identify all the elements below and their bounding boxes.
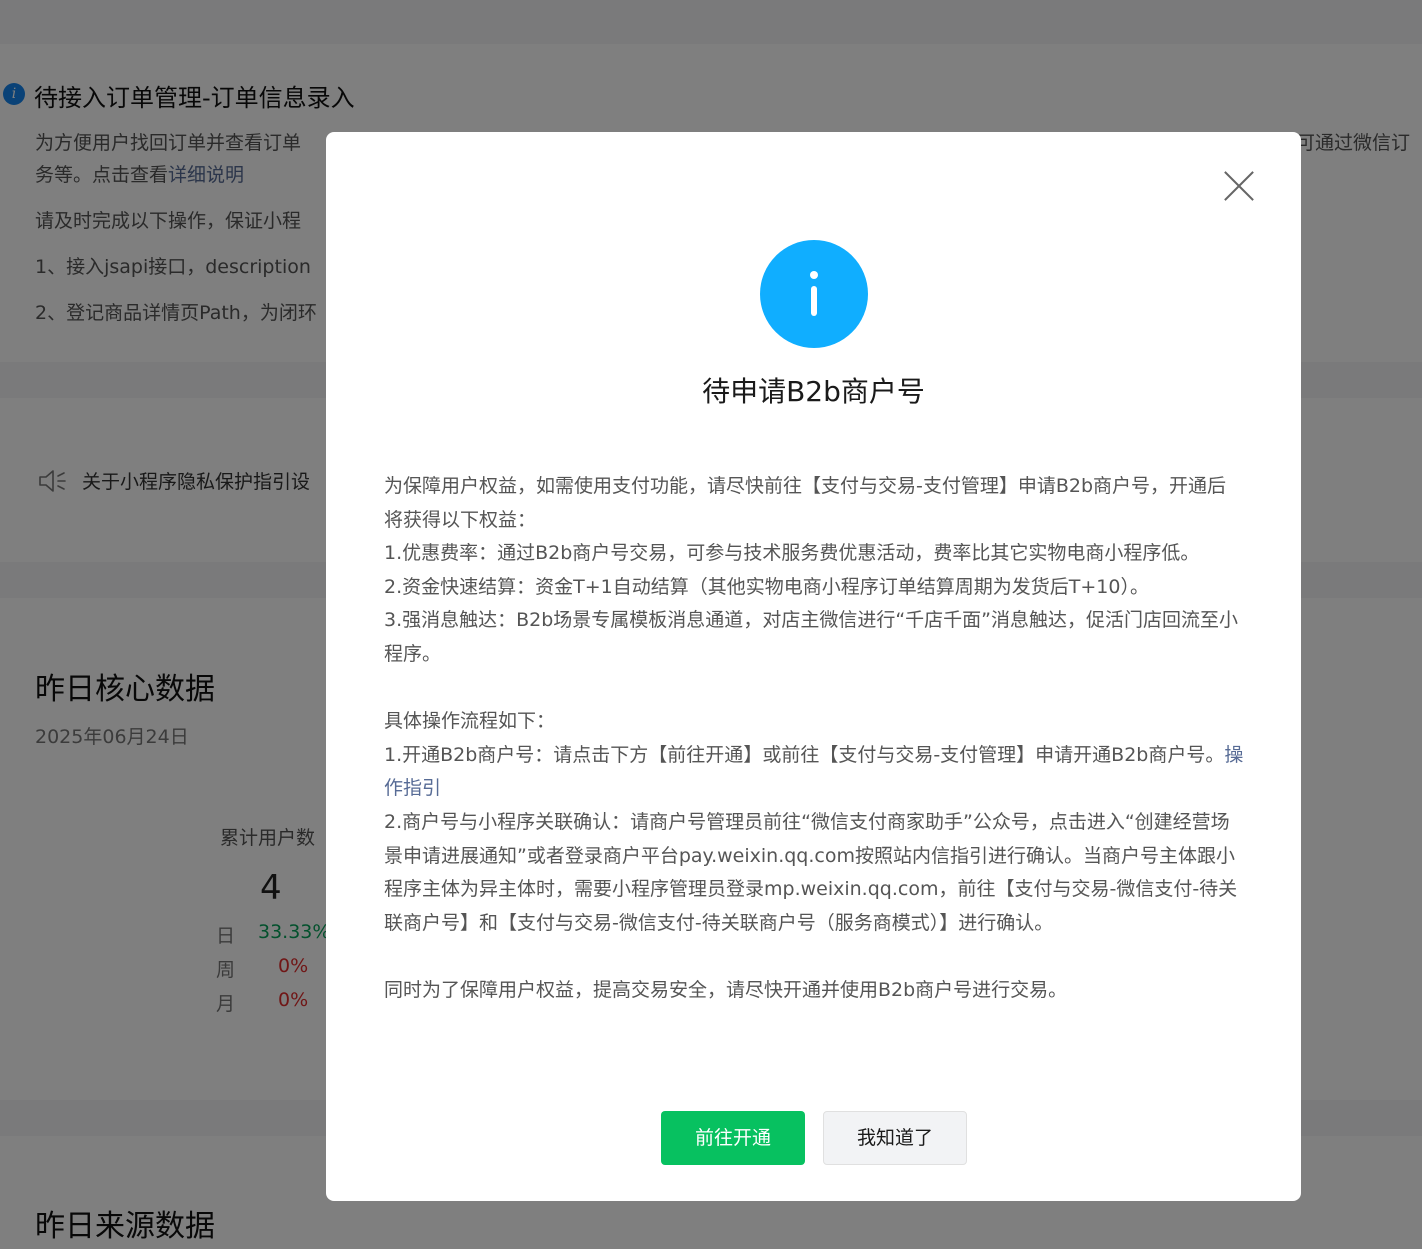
dialog-title: 待申请B2b商户号 [702,375,925,408]
dialog-paragraph-intro: 为保障用户权益，如需使用支付功能，请尽快前往【支付与交易-支付管理】申请B2b商… [384,475,1227,531]
dialog-spacer [384,940,1244,974]
close-icon[interactable] [1221,168,1257,204]
info-icon-bar [811,286,817,316]
b2b-merchant-dialog: 待申请B2b商户号 为保障用户权益，如需使用支付功能，请尽快前往【支付与交易-支… [326,132,1301,1201]
dialog-paragraph-message: 3.强消息触达：B2b场景专属模板消息通道，对店主微信进行“千店千面”消息触达，… [384,609,1239,665]
info-icon [760,240,868,348]
step-1-text: 1.开通B2b商户号：请点击下方【前往开通】或前往【支付与交易-支付管理】申请开… [384,743,1225,766]
dialog-body: 为保障用户权益，如需使用支付功能，请尽快前往【支付与交易-支付管理】申请B2b商… [384,470,1244,1008]
dialog-spacer [384,672,1244,706]
dialog-paragraph-settlement: 2.资金快速结算：资金T+1自动结算（其他实物电商小程序订单结算周期为发货后T+… [384,575,1149,598]
dialog-paragraph-step-2: 2.商户号与小程序关联确认：请商户号管理员前往“微信支付商家助手”公众号，点击进… [384,810,1238,934]
got-it-button[interactable]: 我知道了 [823,1111,967,1165]
dialog-paragraph-closing: 同时为了保障用户权益，提高交易安全，请尽快开通并使用B2b商户号进行交易。 [384,978,1068,1001]
dialog-paragraph-step-1: 1.开通B2b商户号：请点击下方【前往开通】或前往【支付与交易-支付管理】申请开… [384,739,1244,806]
dialog-paragraph-steps-title: 具体操作流程如下： [384,710,556,733]
go-open-button[interactable]: 前往开通 [661,1111,805,1165]
info-icon-dot [810,271,818,279]
dialog-paragraph-rate: 1.优惠费率：通过B2b商户号交易，可参与技术服务费优惠活动，费率比其它实物电商… [384,542,1200,565]
